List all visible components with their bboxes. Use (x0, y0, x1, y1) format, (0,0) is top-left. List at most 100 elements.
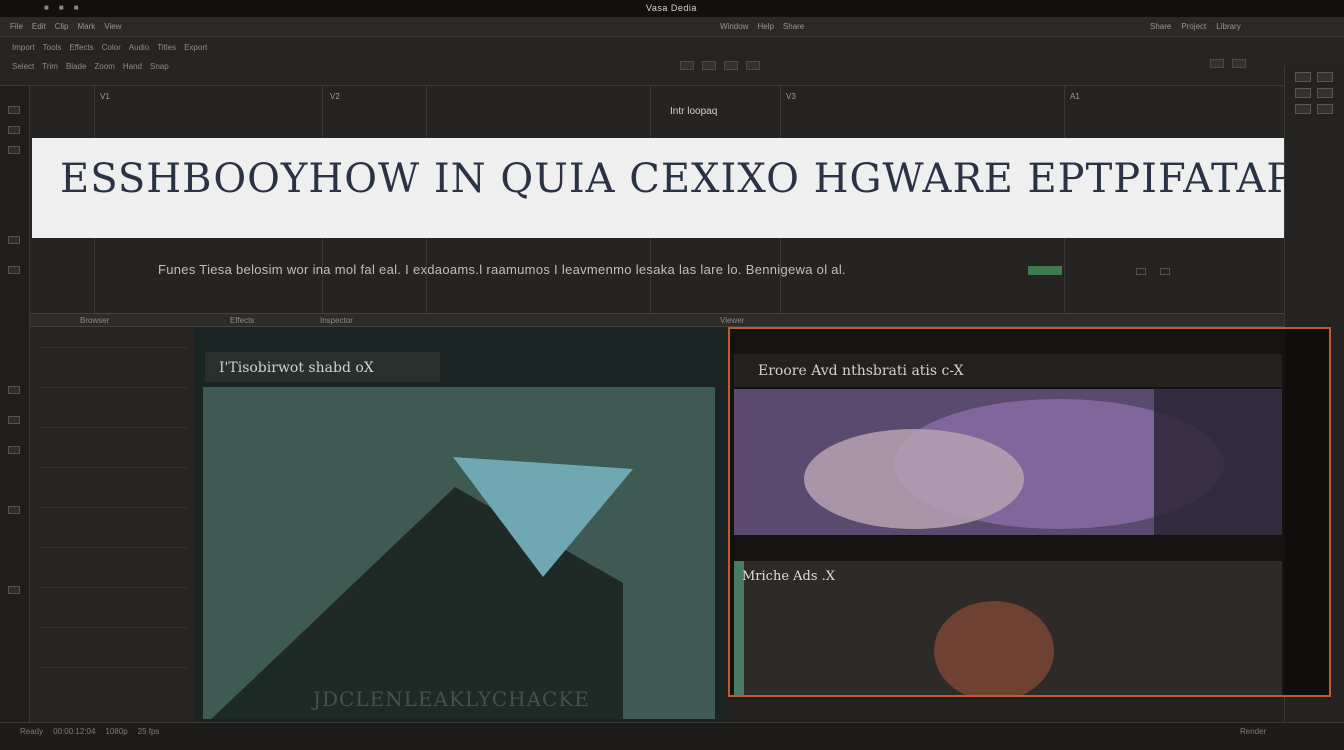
menu-bar: File Edit Clip Mark View Window Help Sha… (0, 17, 1344, 37)
face-shape (804, 429, 1024, 529)
audio-tool-icon[interactable] (8, 236, 20, 244)
tool-select[interactable]: Select (12, 62, 34, 71)
tab-browser[interactable]: Browser (80, 316, 109, 325)
list-item[interactable] (38, 587, 188, 588)
minimize-icon[interactable]: ■ (59, 3, 64, 12)
list-item[interactable] (38, 547, 188, 548)
arrow-tool-icon[interactable] (8, 106, 20, 114)
menu-file[interactable]: File (10, 22, 23, 31)
meter-cell (1160, 268, 1170, 275)
pause-icon[interactable] (702, 61, 716, 70)
overlay-title: ESSHBOOYHOW IN QUIA CEXIXO HGWARE EPTPIF… (60, 156, 1340, 202)
menu-share-right[interactable]: Share (1150, 22, 1171, 31)
layer-icon[interactable] (8, 386, 20, 394)
tool-trim[interactable]: Trim (42, 62, 58, 71)
list-item[interactable] (38, 507, 188, 508)
audio-icon[interactable] (1317, 72, 1333, 82)
tab-effects[interactable]: Effects (230, 316, 254, 325)
hand-tool-icon[interactable] (8, 146, 20, 154)
toolbar-effects[interactable]: Effects (69, 43, 93, 52)
tab-viewer[interactable]: Viewer (720, 316, 744, 325)
track-label: V3 (786, 92, 796, 101)
toolbar: Import Tools Effects Color Audio Titles … (0, 37, 1344, 86)
tool-zoom[interactable]: Zoom (94, 62, 114, 71)
toolbar-export[interactable]: Export (184, 43, 207, 52)
close-icon[interactable]: ■ (44, 3, 49, 12)
menu-window[interactable]: Window (720, 22, 748, 31)
viewer-right-title: Eroore Avd nthsbrati atis c-X (758, 363, 964, 379)
status-fps: 25 fps (137, 727, 160, 736)
track-label: V2 (330, 92, 340, 101)
viewer-left-frame[interactable]: JDCLENLEAKLYCHACKE (203, 387, 715, 719)
list-item[interactable] (38, 427, 188, 428)
meter-cell (1136, 268, 1146, 275)
media-browser[interactable] (30, 327, 195, 722)
viewer-right-scroll-area[interactable] (1285, 329, 1329, 695)
stop-icon[interactable] (724, 61, 738, 70)
menu-help[interactable]: Help (757, 22, 773, 31)
info-icon[interactable] (1317, 104, 1333, 114)
viewer-right-frame-top[interactable] (734, 389, 1282, 535)
marker-icon[interactable] (8, 266, 20, 274)
fullscreen-icon[interactable] (1232, 59, 1246, 68)
music-icon[interactable] (8, 506, 20, 514)
inspector-icon[interactable] (1295, 72, 1311, 82)
menu-clip[interactable]: Clip (55, 22, 69, 31)
transition-icon[interactable] (8, 586, 20, 594)
color-icon[interactable] (1295, 88, 1311, 98)
toolbar-titles[interactable]: Titles (157, 43, 176, 52)
viewer-right-second-label: Mriche Ads .X (742, 569, 836, 584)
viewer-right-tab[interactable]: Eroore Avd nthsbrati atis c-X (734, 354, 1282, 387)
title-bar: ■ ■ ■ Vasa Dedia (0, 0, 1344, 17)
audio-meter (1028, 266, 1062, 275)
viewer-right[interactable]: Eroore Avd nthsbrati atis c-X Mriche Ads… (728, 327, 1331, 697)
menu-library[interactable]: Library (1216, 22, 1240, 31)
track-label: V1 (100, 92, 110, 101)
list-item[interactable] (38, 627, 188, 628)
list-item[interactable] (38, 467, 188, 468)
tool-snap[interactable]: Snap (150, 62, 169, 71)
maximize-icon[interactable]: ■ (74, 3, 79, 12)
dark-silhouette (1154, 389, 1282, 535)
folder-icon[interactable] (8, 416, 20, 424)
status-ready: Ready (20, 727, 44, 736)
viewer-left-tab[interactable]: I'Tisobirwot shabd oX (205, 352, 440, 382)
list-item[interactable] (38, 667, 188, 668)
share-icon[interactable] (1295, 104, 1311, 114)
panel-header-bar: Browser Effects Inspector Viewer (30, 313, 1284, 327)
viewer-left-caption: JDCLENLEAKLYCHACKE (313, 687, 590, 711)
toolbar-tools[interactable]: Tools (43, 43, 62, 52)
window-controls[interactable]: ■ ■ ■ (44, 3, 79, 12)
menu-mark[interactable]: Mark (77, 22, 95, 31)
tab-inspector[interactable]: Inspector (320, 316, 353, 325)
loop-icon[interactable] (746, 61, 760, 70)
menu-view[interactable]: View (104, 22, 121, 31)
left-tool-strip (0, 86, 30, 726)
title-overlay: ESSHBOOYHOW IN QUIA CEXIXO HGWARE EPTPIF… (32, 138, 1338, 238)
status-resolution: 1080p (105, 727, 128, 736)
menu-edit[interactable]: Edit (32, 22, 46, 31)
effects-icon[interactable] (1317, 88, 1333, 98)
clip-icon[interactable] (8, 446, 20, 454)
menu-share[interactable]: Share (783, 22, 804, 31)
list-item[interactable] (38, 387, 188, 388)
clip-label[interactable]: Intr loopaq (670, 106, 717, 117)
render-button[interactable]: Render (1240, 727, 1266, 736)
tool-hand[interactable]: Hand (123, 62, 142, 71)
toolbar-import[interactable]: Import (12, 43, 35, 52)
list-item[interactable] (38, 347, 188, 348)
play-icon[interactable] (680, 61, 694, 70)
settings-icon[interactable] (1210, 59, 1224, 68)
viewer-left-title: I'Tisobirwot shabd oX (219, 360, 374, 376)
blade-tool-icon[interactable] (8, 126, 20, 134)
toolbar-color[interactable]: Color (102, 43, 121, 52)
warm-shape (934, 601, 1054, 695)
toolbar-audio[interactable]: Audio (129, 43, 149, 52)
status-bar: Ready 00:00:12:04 1080p 25 fps Render (0, 722, 1344, 750)
viewer-left[interactable]: I'Tisobirwot shabd oX JDCLENLEAKLYCHACKE (195, 327, 725, 722)
status-timecode: 00:00:12:04 (53, 727, 96, 736)
window-title: Vasa Dedia (646, 3, 697, 13)
track-label: A1 (1070, 92, 1080, 101)
menu-project[interactable]: Project (1181, 22, 1206, 31)
tool-blade[interactable]: Blade (66, 62, 86, 71)
